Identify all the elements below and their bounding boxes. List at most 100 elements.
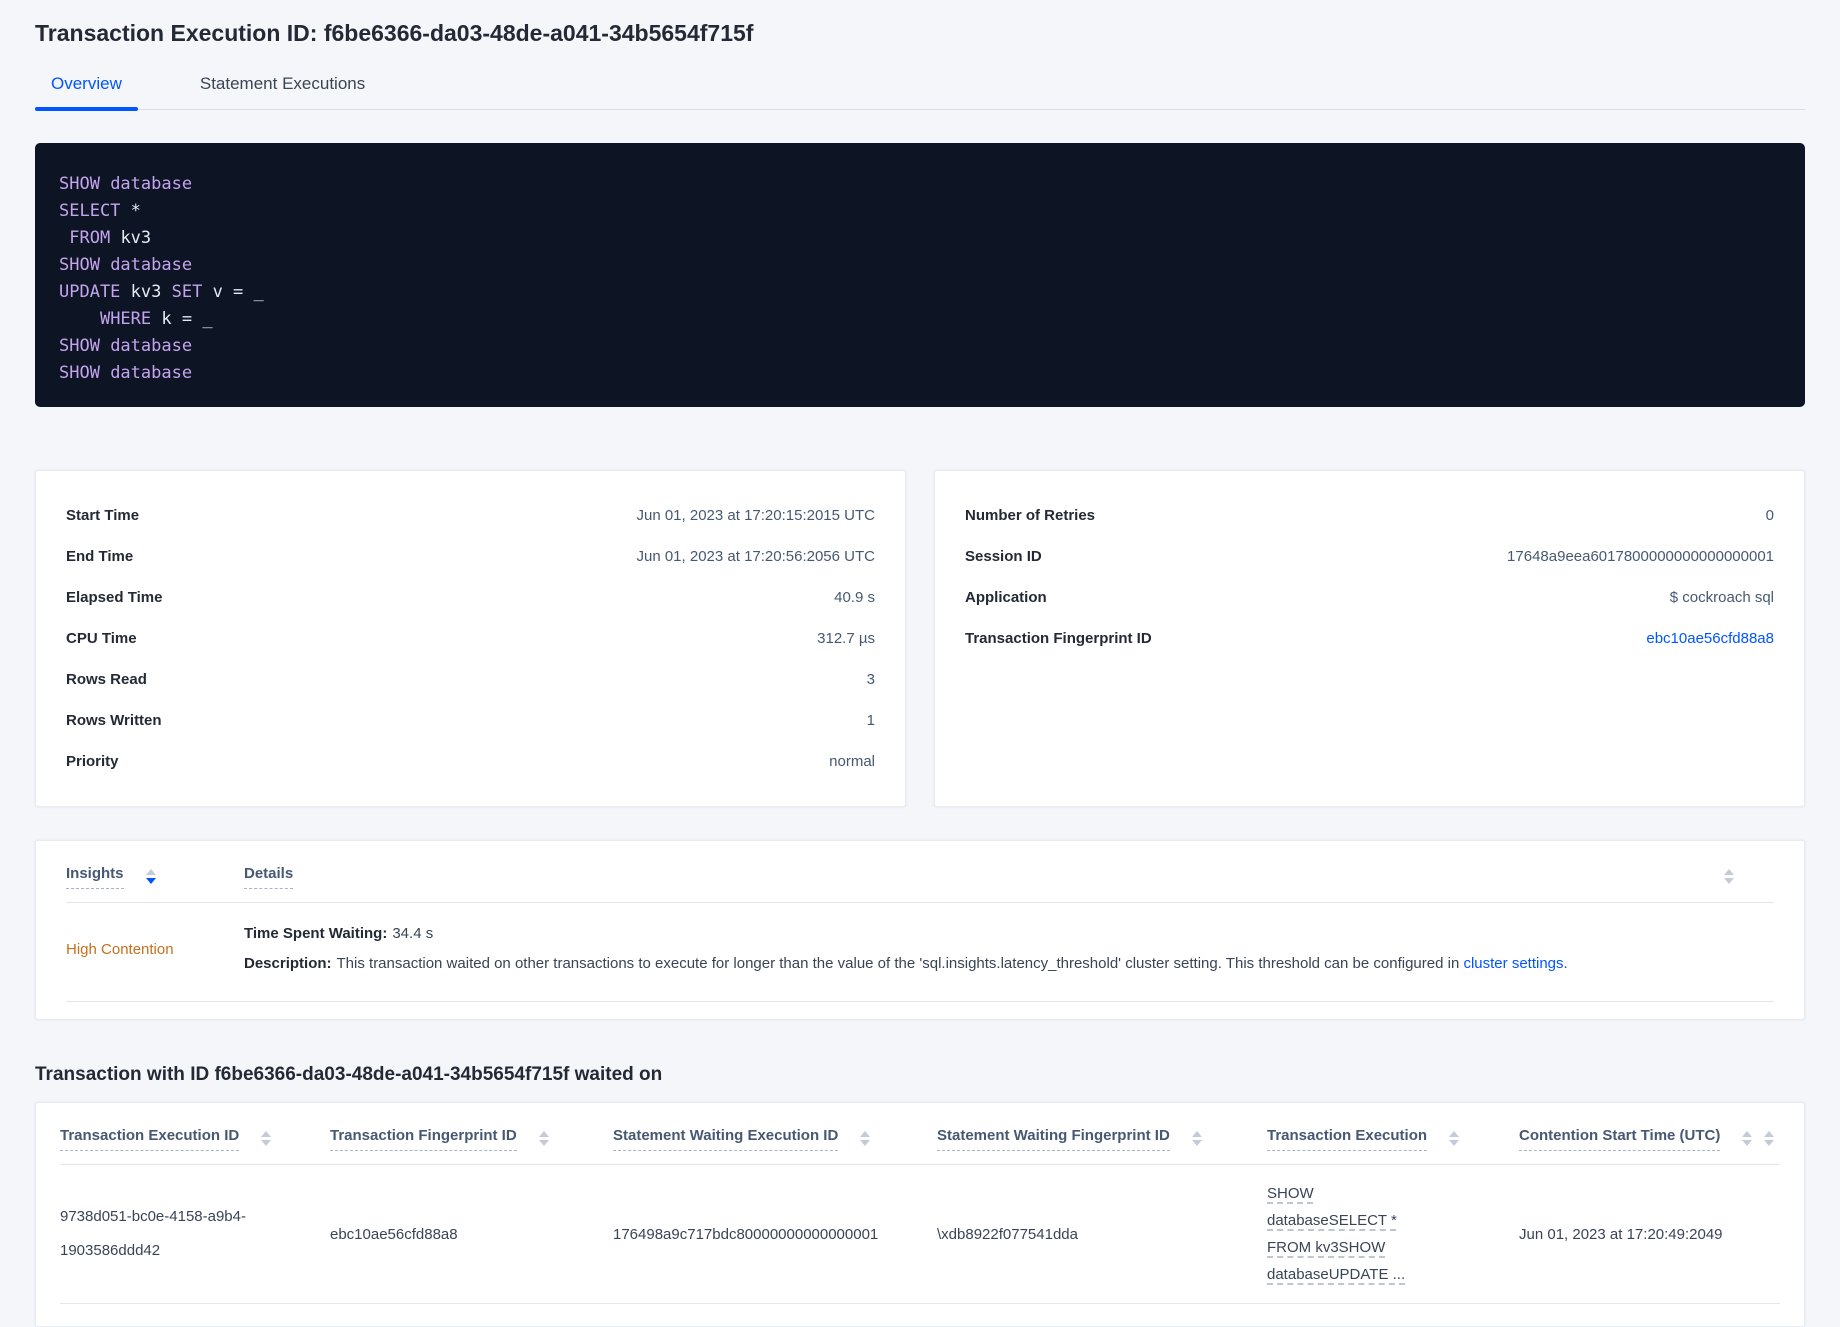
detail-value: 17648a9eea6017800000000000000001 <box>1507 548 1774 565</box>
insight-type-badge: High Contention <box>66 940 174 958</box>
column-label[interactable]: Statement Waiting Fingerprint ID <box>937 1127 1170 1151</box>
column-label[interactable]: Transaction Execution ID <box>60 1127 240 1151</box>
waited-on-table-header: Transaction Execution ID Transaction Fin… <box>60 1103 1780 1165</box>
sql-text: * <box>130 201 141 221</box>
column-header-transaction-execution: Transaction Execution <box>1267 1127 1460 1151</box>
insight-description-line: Description: This transaction waited on o… <box>244 954 1568 974</box>
detail-value: 3 <box>866 671 875 688</box>
detail-row-retries: Number of Retries 0 <box>965 495 1774 536</box>
detail-label: Start Time <box>66 507 140 524</box>
column-header-transaction-fingerprint-id: Transaction Fingerprint ID <box>330 1127 549 1151</box>
sql-keyword: database <box>110 336 193 356</box>
transaction-execution-link[interactable]: SHOW databaseSELECT * FROM kv3SHOW datab… <box>1267 1185 1405 1283</box>
column-header-statement-waiting-fingerprint-id: Statement Waiting Fingerprint ID <box>937 1127 1202 1151</box>
detail-row-transaction-fingerprint-id: Transaction Fingerprint ID ebc10ae56cfd8… <box>965 618 1774 659</box>
sql-text: kv3 <box>120 228 152 248</box>
sort-icon[interactable] <box>860 1131 871 1146</box>
page-title: Transaction Execution ID: f6be6366-da03-… <box>35 20 754 46</box>
detail-value: 40.9 s <box>834 589 875 606</box>
cell-transaction-fingerprint-id: ebc10ae56cfd88a8 <box>330 1225 458 1243</box>
tab-overview[interactable]: Overview <box>35 74 138 111</box>
tab-statement-executions[interactable]: Statement Executions <box>184 74 381 109</box>
cell-statement-waiting-execution-id: 176498a9c717bdc80000000000000001 <box>613 1225 879 1243</box>
sort-icon[interactable] <box>1191 1131 1202 1146</box>
sql-text: v = _ <box>212 282 264 302</box>
sort-icon[interactable] <box>1764 1131 1774 1146</box>
column-label[interactable]: Transaction Fingerprint ID <box>330 1127 517 1151</box>
insights-column-label[interactable]: Insights <box>66 865 124 889</box>
detail-label: CPU Time <box>66 630 137 647</box>
sql-line: SHOW database <box>59 252 1781 279</box>
sort-icon[interactable] <box>261 1131 272 1146</box>
insights-column-header: Insights <box>66 865 244 889</box>
detail-value: 0 <box>1765 507 1774 524</box>
detail-row-application: Application $ cockroach sql <box>965 577 1774 618</box>
detail-value: 1 <box>866 712 875 729</box>
detail-row-session-id: Session ID 17648a9eea6017800000000000000… <box>965 536 1774 577</box>
timing-card: Start Time Jun 01, 2023 at 17:20:15:2015… <box>35 470 906 807</box>
detail-label: Priority <box>66 753 119 770</box>
cell-statement-waiting-fingerprint-id: \xdb8922f077541dda <box>937 1225 1078 1243</box>
sql-text: kv3 <box>130 282 172 302</box>
sql-keyword: database <box>110 363 193 383</box>
transaction-fingerprint-link[interactable]: ebc10ae56cfd88a8 <box>1646 630 1774 647</box>
detail-row-rows-read: Rows Read 3 <box>66 659 875 700</box>
column-label[interactable]: Contention Start Time (UTC) <box>1519 1127 1721 1151</box>
sort-icon[interactable] <box>145 869 156 889</box>
description-label: Description: <box>244 955 332 972</box>
sql-line: SELECT * <box>59 198 1781 225</box>
insight-details: Time Spent Waiting: 34.4 s Description: Th… <box>244 924 1568 974</box>
sql-line: WHERE k = _ <box>59 306 1781 333</box>
details-column-label[interactable]: Details <box>244 865 294 889</box>
detail-label: Rows Written <box>66 712 162 729</box>
cell-transaction-execution: SHOW databaseSELECT * FROM kv3SHOW datab… <box>1267 1180 1437 1288</box>
sort-icon[interactable] <box>1449 1131 1460 1146</box>
detail-row-elapsed-time: Elapsed Time 40.9 s <box>66 577 875 618</box>
cell-contention-start-time: Jun 01, 2023 at 17:20:49:2049 <box>1519 1225 1723 1243</box>
sql-keyword: database <box>110 174 193 194</box>
summary-cards: Start Time Jun 01, 2023 at 17:20:15:2015… <box>35 470 1805 807</box>
insight-row: High Contention Time Spent Waiting: 34.4 … <box>66 903 1774 1002</box>
sql-line: SHOW database <box>59 360 1781 387</box>
waiting-value: 34.4 s <box>392 925 434 942</box>
sort-icon[interactable] <box>538 1131 549 1146</box>
sql-keyword: SET <box>171 282 213 302</box>
sql-keyword: SHOW <box>59 336 111 356</box>
sql-keyword: SHOW <box>59 255 111 275</box>
column-header-statement-waiting-execution-id: Statement Waiting Execution ID <box>613 1127 893 1151</box>
session-card: Number of Retries 0 Session ID 17648a9ee… <box>934 470 1805 807</box>
column-label[interactable]: Transaction Execution <box>1267 1127 1428 1151</box>
detail-row-rows-written: Rows Written 1 <box>66 700 875 741</box>
cluster-settings-link[interactable]: cluster settings <box>1463 955 1563 972</box>
waited-on-heading: Transaction with ID f6be6366-da03-48de-a… <box>35 1064 663 1085</box>
description-text: This transaction waited on other transac… <box>336 955 1460 972</box>
detail-value: $ cockroach sql <box>1669 589 1774 606</box>
detail-value: Jun 01, 2023 at 17:20:56:2056 UTC <box>636 548 875 565</box>
column-header-transaction-execution-id: Transaction Execution ID <box>60 1127 272 1151</box>
insights-table-header: Insights Details <box>66 841 1774 903</box>
sql-line: FROM kv3 <box>59 225 1781 252</box>
detail-label: Number of Retries <box>965 507 1096 524</box>
sql-keyword: WHERE <box>99 309 162 329</box>
detail-label: Session ID <box>965 548 1042 565</box>
detail-value: 312.7 µs <box>817 630 875 647</box>
detail-row-priority: Priority normal <box>66 741 875 782</box>
detail-value: normal <box>829 753 875 770</box>
detail-row-start-time: Start Time Jun 01, 2023 at 17:20:15:2015… <box>66 495 875 536</box>
column-label[interactable]: Statement Waiting Execution ID <box>613 1127 839 1151</box>
sql-text: k = _ <box>161 309 213 329</box>
sql-line: UPDATE kv3 SET v = _ <box>59 279 1781 306</box>
column-header-contention-start-time: Contention Start Time (UTC) <box>1519 1127 1780 1151</box>
detail-value: Jun 01, 2023 at 17:20:15:2015 UTC <box>636 507 875 524</box>
sql-statements-box: SHOW database SELECT * FROM kv3 SHOW dat… <box>35 143 1805 407</box>
sort-icon[interactable] <box>1742 1131 1753 1146</box>
detail-row-cpu-time: CPU Time 312.7 µs <box>66 618 875 659</box>
description-suffix: . <box>1563 955 1568 972</box>
cell-transaction-execution-id: 9738d051-bc0e-4158-a9b4-1903586ddd42 <box>60 1208 246 1259</box>
sort-icon[interactable] <box>1724 869 1734 884</box>
sql-keyword: SELECT <box>59 201 131 221</box>
tab-bar: Overview Statement Executions <box>35 74 1805 111</box>
transaction-details-page: Transaction Execution ID: f6be6366-da03-… <box>0 0 1840 1327</box>
